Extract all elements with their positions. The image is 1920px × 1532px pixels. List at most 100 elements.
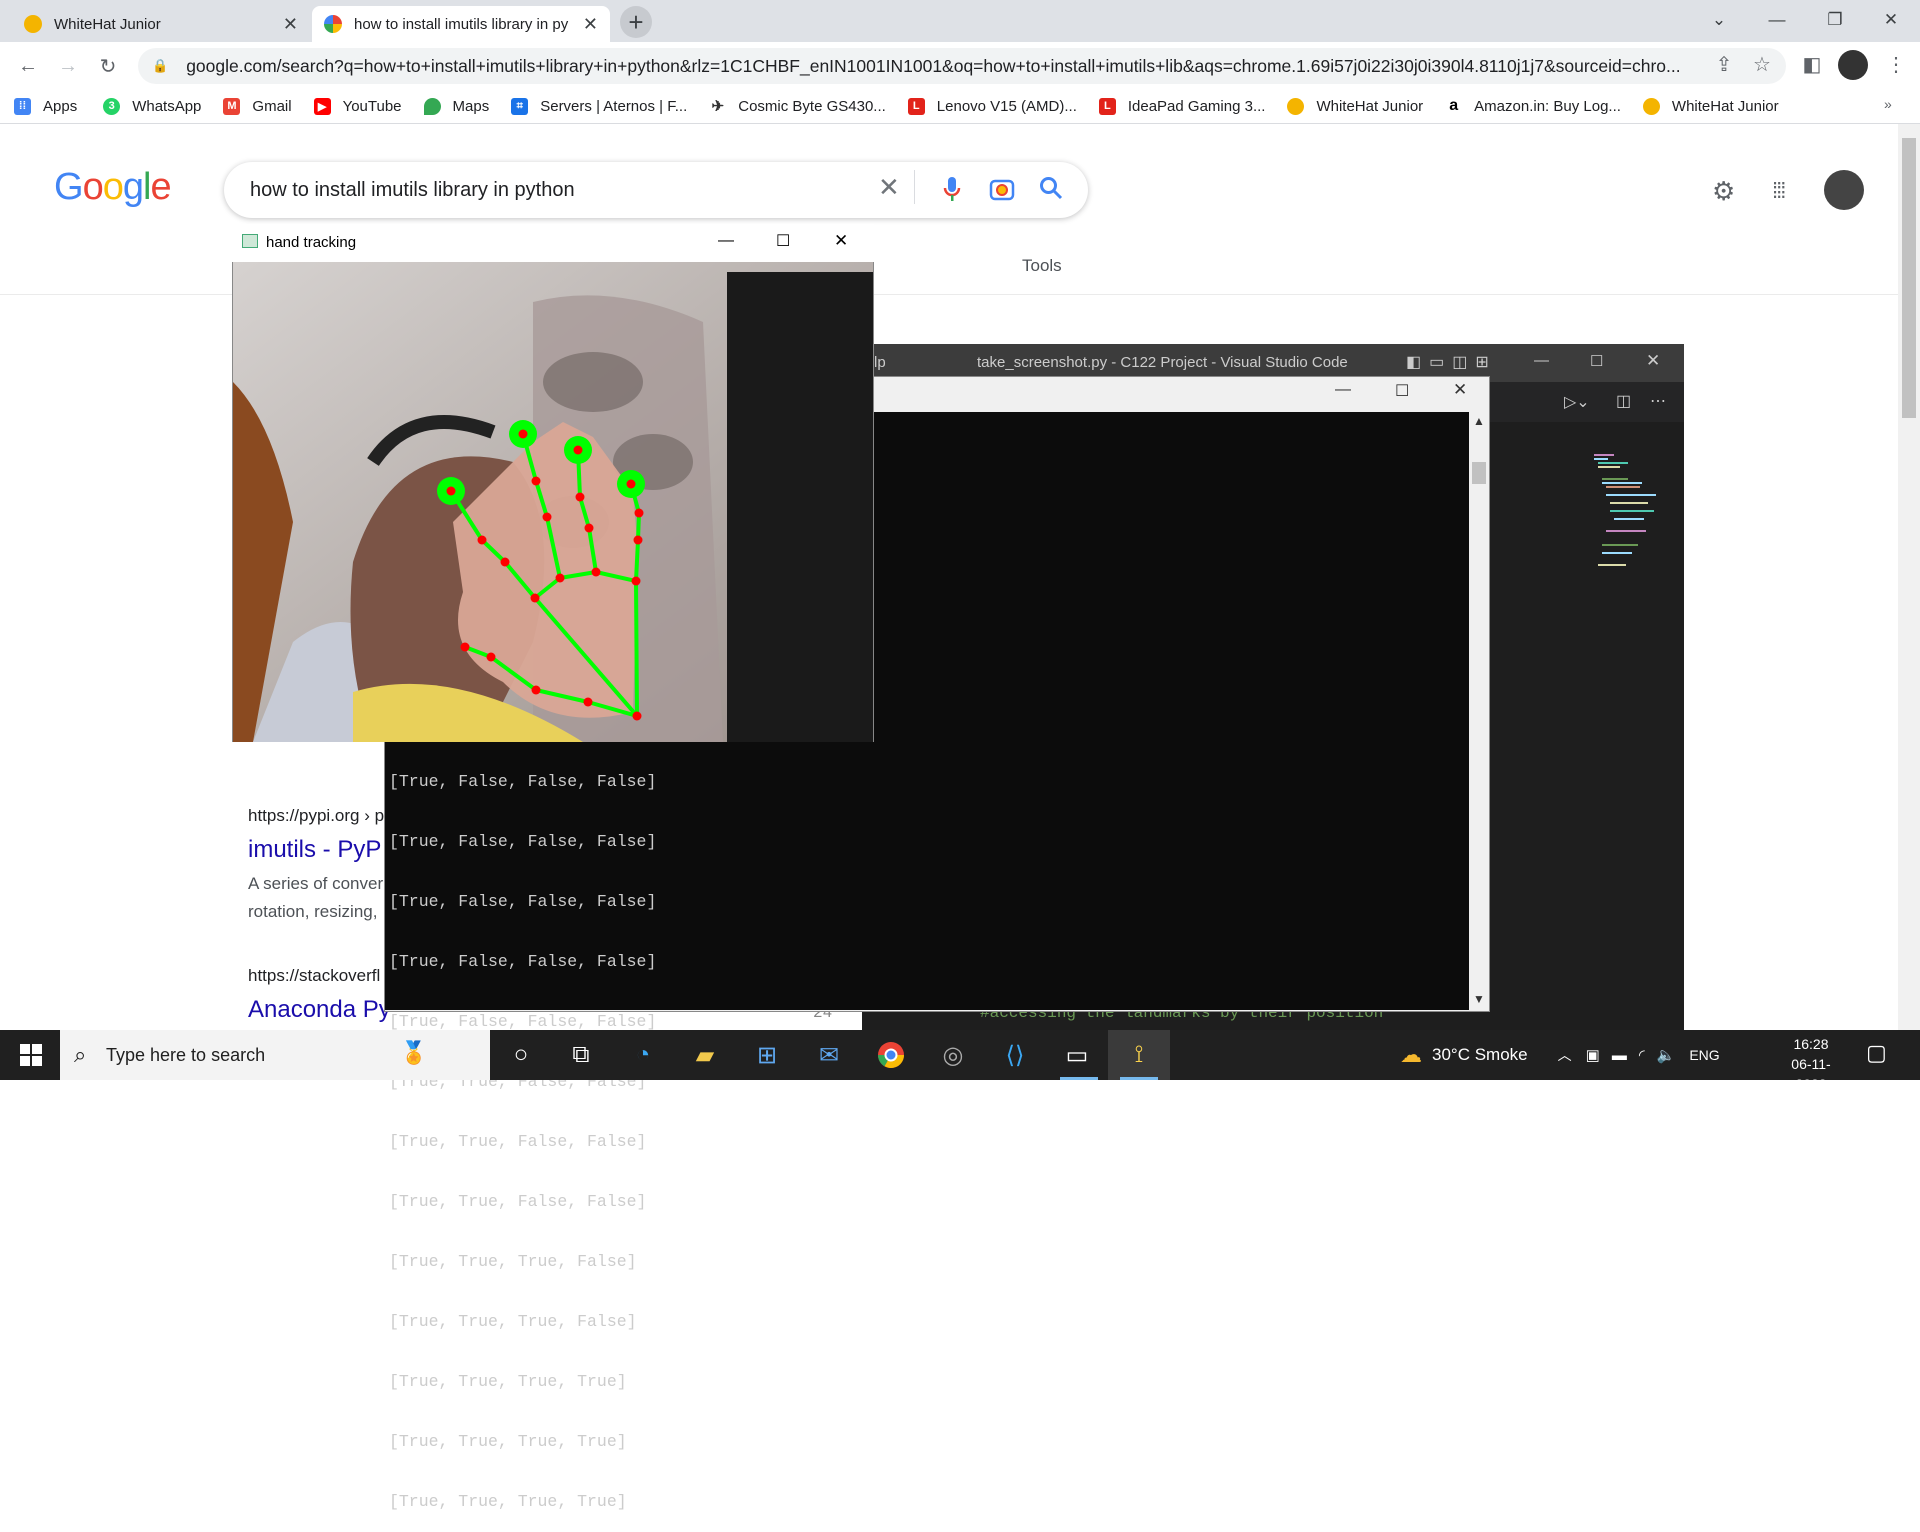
bookmark-lenovo-v15[interactable]: L Lenovo V15 (AMD)...: [907, 97, 1077, 115]
camera-lens-icon[interactable]: [988, 175, 1016, 210]
whatsapp-icon: 3: [103, 97, 121, 115]
minimap[interactable]: [1588, 448, 1678, 598]
run-icon[interactable]: ▷⌄: [1564, 392, 1590, 412]
close-window-button[interactable]: ✕: [1453, 380, 1467, 400]
edge-icon[interactable]: ◔: [612, 1030, 674, 1080]
windows-start-icon[interactable]: [0, 1030, 62, 1080]
bookmark-youtube[interactable]: ▶ YouTube: [313, 97, 402, 115]
minimize-button[interactable]: —: [718, 232, 734, 250]
side-panel-icon[interactable]: ◧: [1796, 48, 1828, 80]
weather-icon[interactable]: ☁: [1400, 1042, 1422, 1068]
result-url[interactable]: https://stackoverfl: [248, 966, 380, 986]
zoom-app-icon[interactable]: ◎: [922, 1030, 984, 1080]
landmark-point: [518, 429, 528, 439]
clear-search-icon[interactable]: ✕: [878, 172, 900, 203]
chrome-icon[interactable]: [860, 1030, 922, 1080]
volume-icon[interactable]: 🔈: [1657, 1046, 1676, 1064]
bookmark-apps[interactable]: ⁞⁞ Apps: [14, 97, 77, 115]
console-line: [True, False, False, False]: [389, 952, 657, 971]
terminal-icon[interactable]: ▭: [1046, 1030, 1108, 1080]
search-highlight-icon[interactable]: 🏅: [400, 1040, 427, 1066]
minimize-button[interactable]: —: [1335, 381, 1351, 399]
weather-text[interactable]: 30°C Smoke: [1432, 1045, 1528, 1065]
search-placeholder[interactable]: Type here to search: [106, 1045, 265, 1066]
scroll-up-icon[interactable]: ▲: [1473, 414, 1485, 428]
page-scrollbar[interactable]: [1898, 124, 1920, 1030]
close-window-button[interactable]: ✕: [834, 231, 848, 251]
restore-button[interactable]: ☐: [1590, 352, 1603, 370]
profile-avatar[interactable]: [1838, 50, 1868, 80]
close-icon[interactable]: ✕: [283, 14, 298, 35]
file-explorer-icon[interactable]: ▰: [674, 1030, 736, 1080]
result-url[interactable]: https://pypi.org › p: [248, 806, 384, 826]
bookmark-amazon[interactable]: a Amazon.in: Buy Log...: [1445, 97, 1621, 115]
device-icon[interactable]: ▣: [1586, 1046, 1600, 1064]
bookmark-aternos[interactable]: ⌗ Servers | Aternos | F...: [511, 97, 687, 115]
landmark-point: [632, 711, 642, 721]
close-icon[interactable]: ✕: [583, 14, 598, 35]
mail-icon[interactable]: ✉: [798, 1030, 860, 1080]
console-scrollbar[interactable]: ▲ ▼: [1469, 412, 1489, 1010]
forward-button[interactable]: →: [52, 50, 84, 82]
result-title[interactable]: Anaconda Py: [248, 996, 391, 1024]
reload-button[interactable]: ↻: [92, 50, 124, 82]
maximize-button[interactable]: ☐: [776, 231, 790, 251]
lenovo-icon: L: [1098, 97, 1116, 115]
result-title[interactable]: imutils - PyP: [248, 836, 381, 864]
python-icon[interactable]: ⟟: [1108, 1030, 1170, 1080]
lenovo-icon: L: [907, 97, 925, 115]
close-window-button[interactable]: ✕: [1646, 351, 1660, 371]
tab-whitehat[interactable]: WhiteHat Junior ✕: [12, 6, 310, 42]
settings-gear-icon[interactable]: ⚙: [1712, 176, 1735, 207]
bookmark-ideapad[interactable]: L IdeaPad Gaming 3...: [1098, 97, 1265, 115]
vscode-icon[interactable]: ⟨⟩: [984, 1030, 1046, 1080]
task-view-icon[interactable]: ⧉: [550, 1030, 612, 1080]
layout-icons[interactable]: ◧▭◫⊞: [1406, 352, 1497, 372]
more-actions-icon[interactable]: ⋯: [1650, 391, 1666, 411]
battery-icon[interactable]: ▬: [1612, 1047, 1627, 1064]
landmark-point: [633, 535, 643, 545]
bookmark-maps[interactable]: Maps: [423, 97, 489, 115]
google-apps-icon[interactable]: ⁞⁞⁞: [1772, 178, 1786, 204]
address-bar[interactable]: 🔒 google.com/search?q=how+to+install+imu…: [138, 48, 1786, 84]
console-line: [True, True, True, True]: [389, 1372, 627, 1391]
console-line: [True, True, True, False]: [389, 1312, 637, 1331]
scroll-down-icon[interactable]: ▼: [1473, 992, 1485, 1006]
bookmark-whatsapp[interactable]: 3 WhatsApp: [103, 97, 201, 115]
minimize-button[interactable]: —: [1748, 0, 1806, 40]
close-window-button[interactable]: ✕: [1862, 0, 1920, 40]
notifications-icon[interactable]: ▢: [1866, 1040, 1887, 1066]
store-icon[interactable]: ⊞: [736, 1030, 798, 1080]
restore-button[interactable]: ❐: [1806, 0, 1864, 40]
search-icon[interactable]: [1038, 175, 1064, 208]
search-input[interactable]: how to install imutils library in python: [250, 179, 575, 202]
clock[interactable]: 16:28 06-11-2022: [1776, 1034, 1846, 1094]
chevron-up-icon[interactable]: ︿: [1558, 1045, 1572, 1065]
language-indicator[interactable]: ENG: [1689, 1047, 1719, 1063]
chevron-down-icon[interactable]: ⌄: [1690, 0, 1748, 40]
split-editor-icon[interactable]: ◫: [1616, 391, 1631, 411]
tools-tab[interactable]: Tools: [1022, 256, 1062, 276]
cortana-icon[interactable]: ○: [490, 1030, 552, 1080]
landmark-point: [531, 685, 541, 695]
restore-button[interactable]: ☐: [1395, 381, 1409, 401]
bookmark-cosmic-byte[interactable]: ✈ Cosmic Byte GS430...: [709, 97, 886, 115]
google-logo[interactable]: Google: [54, 166, 172, 209]
window-app-icon: [242, 234, 258, 248]
back-button[interactable]: ←: [12, 50, 44, 82]
more-bookmarks-icon[interactable]: »: [1884, 96, 1892, 112]
share-icon[interactable]: ⇪: [1708, 48, 1740, 80]
landmark-point: [542, 512, 552, 522]
wifi-icon[interactable]: ◜: [1639, 1046, 1645, 1064]
bookmark-gmail[interactable]: M Gmail: [223, 97, 292, 115]
microphone-icon[interactable]: [942, 175, 962, 210]
minimize-button[interactable]: —: [1534, 352, 1549, 369]
bookmark-whitehat-2[interactable]: WhiteHat Junior: [1642, 97, 1779, 115]
bookmark-whitehat-1[interactable]: WhiteHat Junior: [1287, 97, 1423, 115]
avatar[interactable]: [1824, 170, 1864, 210]
new-tab-button[interactable]: +: [620, 6, 652, 38]
menu-dots-icon[interactable]: ⋮: [1880, 48, 1912, 80]
bookmark-star-icon[interactable]: ☆: [1746, 48, 1778, 80]
tab-google-search[interactable]: how to install imutils library in py ✕: [312, 6, 610, 42]
taskbar-search[interactable]: ⌕ Type here to search 🏅: [60, 1030, 490, 1080]
